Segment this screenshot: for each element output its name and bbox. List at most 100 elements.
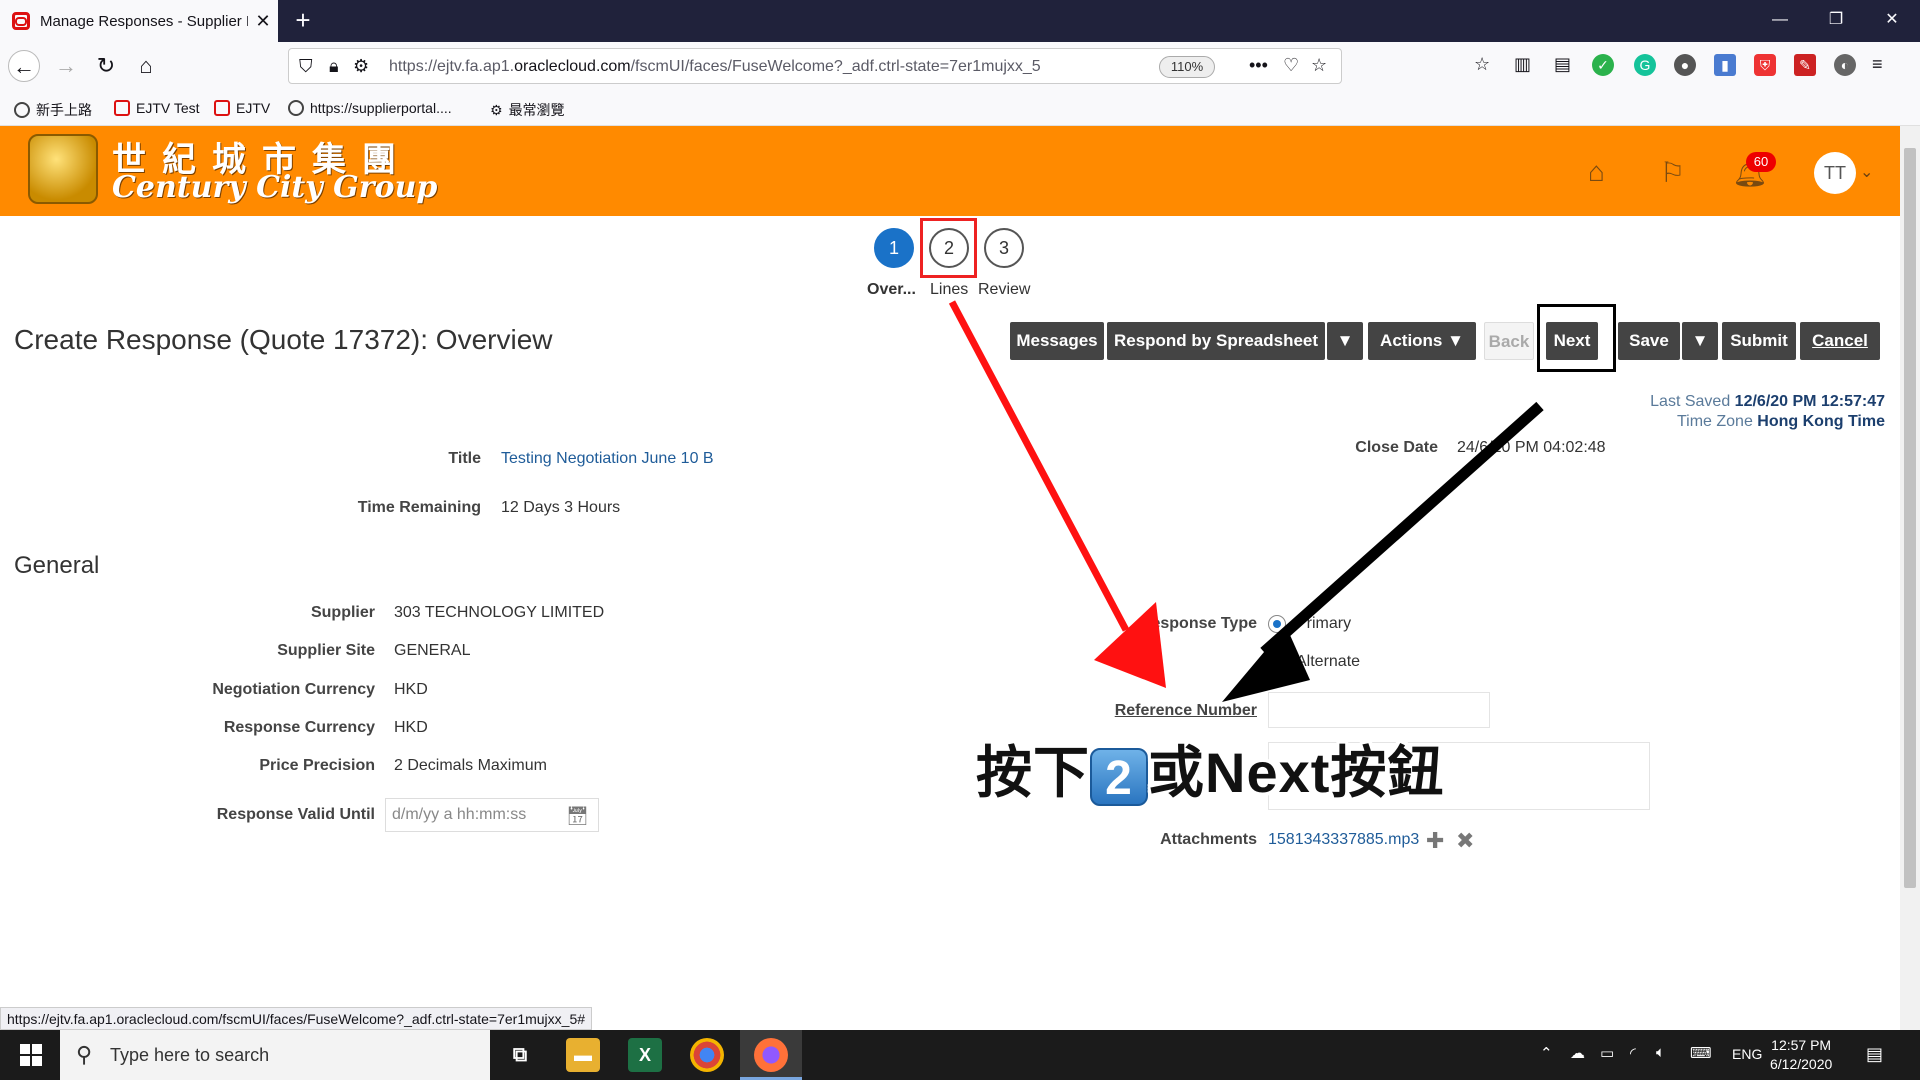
title-link[interactable]: Testing Negotiation June 10 B bbox=[501, 450, 714, 468]
permissions-icon[interactable]: ⚙ bbox=[353, 56, 369, 77]
watchlist-flag-icon[interactable]: ⚐ bbox=[1660, 156, 1685, 189]
chrome-icon[interactable] bbox=[690, 1038, 724, 1072]
volume-icon[interactable]: 🔈︎ bbox=[1656, 1044, 1665, 1061]
bookmark-supplier-portal[interactable]: https://supplierportal.... bbox=[288, 100, 452, 116]
submit-button[interactable]: Submit bbox=[1722, 322, 1796, 360]
actions-button[interactable]: Actions ▼ bbox=[1368, 322, 1476, 360]
library-icon[interactable]: ▥ bbox=[1514, 54, 1531, 75]
reading-list-icon[interactable]: ☆ bbox=[1474, 54, 1490, 75]
minimize-icon[interactable]: — bbox=[1750, 0, 1810, 42]
response-type-primary-radio[interactable] bbox=[1268, 615, 1286, 633]
windows-start-icon[interactable] bbox=[20, 1044, 42, 1066]
response-currency-label: Response Currency bbox=[223, 719, 375, 736]
oracle-icon bbox=[114, 100, 130, 116]
keyboard-icon[interactable]: ⌨ bbox=[1690, 1044, 1712, 1062]
calendar-icon[interactable]: 📅︎ bbox=[566, 806, 589, 827]
browser-tab[interactable]: Manage Responses - Supplier P ✕ bbox=[0, 0, 278, 42]
language-indicator[interactable]: ENG bbox=[1732, 1046, 1762, 1062]
back-icon[interactable]: ← bbox=[8, 50, 40, 82]
extension-shield-icon[interactable]: ⛨ bbox=[1754, 54, 1776, 76]
respond-by-spreadsheet-button[interactable]: Respond by Spreadsheet bbox=[1107, 322, 1325, 360]
restore-icon[interactable]: ❐ bbox=[1806, 0, 1866, 42]
cancel-button[interactable]: Cancel bbox=[1800, 322, 1880, 360]
save-dropdown-icon[interactable]: ▼ bbox=[1682, 322, 1718, 360]
attachment-file-link[interactable]: 1581343337885.mp3 bbox=[1268, 831, 1419, 849]
home-icon[interactable]: ⌂ bbox=[1588, 156, 1605, 188]
notification-count-badge: 60 bbox=[1746, 152, 1776, 172]
supplier-label: Supplier bbox=[310, 604, 375, 621]
train-step-1[interactable]: 1 bbox=[874, 228, 914, 268]
onedrive-cloud-icon[interactable]: ☁ bbox=[1570, 1044, 1585, 1062]
last-saved-label: Last Saved bbox=[1650, 393, 1731, 410]
bookmark-getting-started[interactable]: 新手上路 bbox=[14, 100, 92, 120]
zoom-level[interactable]: 110% bbox=[1159, 56, 1215, 78]
excel-icon[interactable]: X bbox=[628, 1038, 662, 1072]
bookmark-most-visited[interactable]: ⚙ 最常瀏覽 bbox=[490, 100, 565, 120]
spreadsheet-dropdown-icon[interactable]: ▼ bbox=[1327, 322, 1363, 360]
train-step-3[interactable]: 3 bbox=[984, 228, 1024, 268]
new-tab-icon[interactable]: + bbox=[288, 6, 318, 36]
train-step-2-label[interactable]: Lines bbox=[930, 281, 968, 299]
extension-account-icon[interactable]: ● bbox=[1674, 54, 1696, 76]
extension-pdf-icon[interactable]: ✎ bbox=[1794, 54, 1816, 76]
brand-name-en: Century City Group bbox=[112, 170, 438, 205]
sidebar-icon[interactable]: ▤ bbox=[1554, 54, 1571, 75]
title-label: Title bbox=[448, 450, 481, 467]
close-window-icon[interactable]: ✕ bbox=[1862, 0, 1920, 42]
remove-attachment-icon[interactable]: ✖ bbox=[1456, 828, 1474, 854]
clock-time: 12:57 PM bbox=[1771, 1037, 1832, 1053]
bookmark-ejtv-test[interactable]: EJTV Test bbox=[114, 100, 200, 116]
extension-check-icon[interactable]: ✓ bbox=[1592, 54, 1614, 76]
add-attachment-icon[interactable]: ✚ bbox=[1426, 828, 1444, 854]
extension-grammarly-icon[interactable]: G bbox=[1634, 54, 1656, 76]
close-tab-icon[interactable]: ✕ bbox=[248, 11, 278, 32]
vertical-scrollbar[interactable] bbox=[1900, 126, 1920, 1030]
bookmark-label: 最常瀏覽 bbox=[508, 102, 565, 118]
bookmark-label: EJTV Test bbox=[136, 100, 200, 116]
taskbar-search[interactable]: ⚲ Type here to search bbox=[60, 1030, 490, 1080]
response-type-primary-label: Primary bbox=[1296, 615, 1352, 632]
bookmarks-bar: 新手上路 EJTV Test EJTV https://supplierport… bbox=[0, 90, 1920, 126]
task-view-icon[interactable]: ⧉ bbox=[503, 1038, 537, 1072]
file-explorer-icon[interactable]: ▬ bbox=[566, 1038, 600, 1072]
train-step-3-label[interactable]: Review bbox=[978, 281, 1030, 299]
extension-misc-icon[interactable]: ◐ bbox=[1834, 54, 1856, 76]
chevron-down-icon[interactable]: ⌄ bbox=[1860, 162, 1873, 182]
pocket-icon[interactable]: ♡ bbox=[1283, 55, 1299, 76]
attachments-label: Attachments bbox=[1160, 831, 1257, 848]
messages-button[interactable]: Messages bbox=[1010, 322, 1104, 360]
reference-number-input[interactable] bbox=[1268, 692, 1490, 728]
back-button[interactable]: Back bbox=[1484, 322, 1534, 360]
reload-icon[interactable]: ↻ bbox=[90, 50, 122, 82]
save-button[interactable]: Save bbox=[1618, 322, 1680, 360]
response-valid-until-label: Response Valid Until bbox=[216, 806, 375, 823]
lock-icon[interactable]: 🔒︎ bbox=[329, 56, 339, 77]
taskbar-clock[interactable]: 12:57 PM 6/12/2020 bbox=[1770, 1036, 1832, 1074]
firefox-icon[interactable] bbox=[754, 1038, 788, 1072]
caption-part-2: 或Next按鈕 bbox=[1148, 741, 1445, 804]
menu-icon[interactable]: ≡ bbox=[1872, 54, 1883, 75]
response-currency-value: HKD bbox=[394, 719, 428, 736]
response-type-alternate-radio[interactable] bbox=[1268, 653, 1286, 671]
user-avatar[interactable]: TT bbox=[1814, 152, 1856, 194]
more-actions-icon[interactable]: ••• bbox=[1249, 55, 1268, 76]
time-remaining-label: Time Remaining bbox=[357, 499, 481, 516]
url-bar[interactable]: ⛉ 🔒︎ ⚙ https://ejtv.fa.ap1.oraclecloud.c… bbox=[288, 48, 1342, 84]
supplier-site-label: Supplier Site bbox=[277, 642, 375, 659]
train-step-1-label[interactable]: Over... bbox=[867, 281, 916, 299]
bookmark-ejtv[interactable]: EJTV bbox=[214, 100, 270, 116]
bookmark-star-icon[interactable]: ☆ bbox=[1311, 55, 1327, 76]
gear-icon: ⚙ bbox=[490, 101, 503, 118]
home-icon[interactable]: ⌂ bbox=[130, 50, 162, 82]
shield-icon[interactable]: ⛉ bbox=[299, 56, 313, 77]
action-center-icon[interactable]: ▤ bbox=[1866, 1044, 1883, 1065]
time-zone-label: Time Zone bbox=[1676, 413, 1753, 430]
wifi-icon[interactable]: ◜ bbox=[1630, 1044, 1636, 1062]
extension-bookmark-icon[interactable]: ▮ bbox=[1714, 54, 1736, 76]
close-date-value: 24/6/20 PM 04:02:48 bbox=[1457, 439, 1606, 456]
scrollbar-thumb[interactable] bbox=[1904, 148, 1916, 888]
last-saved-value: 12/6/20 PM 12:57:47 bbox=[1734, 393, 1885, 410]
battery-icon[interactable]: ▭ bbox=[1600, 1044, 1614, 1062]
tray-chevron-up-icon[interactable]: ⌃ bbox=[1540, 1044, 1553, 1062]
forward-icon[interactable]: → bbox=[50, 50, 82, 82]
